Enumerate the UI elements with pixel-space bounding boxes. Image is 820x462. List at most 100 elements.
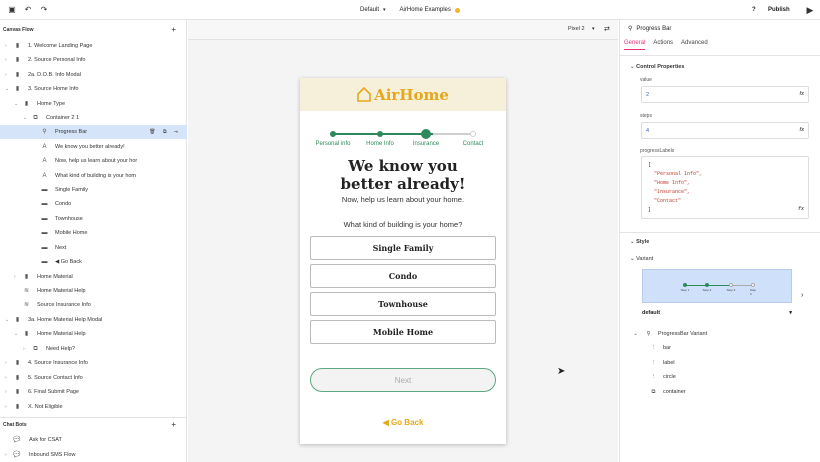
page-icon: ▮ [15,403,20,410]
tree-item[interactable]: ▬ Mobile Home [0,226,187,240]
tree-item[interactable]: A Now, help us learn about your hor [0,154,187,168]
progress-bar: Personal info Home Info Insurance Contac… [315,129,483,150]
container-icon: ⧉ [651,388,656,395]
button-icon: ▬ [41,200,48,207]
chevron-right-icon[interactable]: › [14,274,16,280]
tree-item[interactable]: › ▮ 1. Welcome Landing Page [0,39,187,53]
tree-item[interactable]: ▬ Next [0,241,187,255]
steps-input[interactable]: 4 fx [641,122,809,139]
tree-item[interactable]: ▬ Single Family [0,183,187,197]
tab-general[interactable]: General [624,40,646,50]
value-input[interactable]: 2 fx [641,86,809,103]
progress-labels-editor[interactable]: [ "Personal Info", "Home Info", "Insuran… [641,156,809,219]
publish-button[interactable]: Publish [768,5,790,15]
chevron-right-icon[interactable]: › [5,72,7,78]
variant-part-circle[interactable]: ⋮ circle [650,371,676,383]
page-icon: ▮ [24,330,29,337]
variant-part-bar[interactable]: ⋮ bar [650,342,671,354]
tree-item[interactable]: › ▮ 5. Source Contact Info [0,371,187,385]
chatbot-item[interactable]: 💬 Ask for CSAT [0,433,187,447]
variant-preview[interactable]: Step 1 Step 2 Step 3 Step 4 [642,269,792,303]
chevron-right-icon[interactable]: › [5,375,7,381]
project-name[interactable]: AirHome Examples [400,5,451,15]
tree-item[interactable]: ▬ Condo [0,197,187,211]
tree-item[interactable]: ▬ ◀ Go Back [0,255,187,269]
add-canvas-button[interactable]: + [171,26,176,34]
chevron-right-icon[interactable]: › [5,360,7,366]
fx-icon[interactable]: fx [798,205,804,214]
tree-item[interactable]: › ⧉ Need Help? [0,342,187,356]
option-condo-button[interactable]: Condo [310,264,496,288]
button-icon: ▬ [41,244,48,251]
option-townhouse-button[interactable]: Townhouse [310,292,496,316]
chevron-down-icon[interactable]: ⌄ [5,86,9,92]
chevron-right-icon[interactable]: › [5,57,7,63]
tree-item-label: Source Insurance Info [37,302,91,308]
tree-item[interactable]: ≋ Source Insurance Info [0,298,187,312]
chevron-down-icon[interactable]: ▾ [592,26,595,32]
style-heading[interactable]: ⌄ Style [630,239,649,245]
text-icon: A [42,172,47,179]
tab-advanced[interactable]: Advanced [681,40,708,50]
option-mobile-home-button[interactable]: Mobile Home [310,320,496,344]
tree-item-label: Container 2 1 [46,115,80,121]
chevron-right-icon[interactable]: › [5,452,7,458]
chevron-right-icon[interactable]: › [23,346,25,352]
fx-icon[interactable]: fx [800,91,804,97]
progress-step-label: Insurance [412,141,440,147]
tree-item[interactable]: A What kind of building is your hom [0,169,187,183]
chevron-right-icon[interactable]: › [5,43,7,49]
chevron-down-icon[interactable]: ⌄ [14,101,18,107]
environment-label[interactable]: Default [360,5,379,15]
variant-part-label[interactable]: ⋮ label [650,357,675,369]
go-back-link[interactable]: ◀ Go Back [300,418,506,427]
next-button[interactable]: Next [310,368,496,392]
tree-item[interactable]: › ▮ 4. Source Insurance Info [0,356,187,370]
tree-item[interactable]: ⌄ ⧉ Container 2 1 [0,111,187,125]
undo-icon[interactable]: ↶ [23,5,33,15]
help-button[interactable]: ? [752,5,756,15]
chevron-down-icon[interactable]: ⌄ [14,331,18,337]
tree-item[interactable]: A We know you better already! [0,140,187,154]
tree-item[interactable]: ⚲ Progress Bar 🗑 ⧉ ⇥ [0,125,187,139]
add-chatbot-button[interactable]: + [171,421,176,429]
tree-item-label: Single Family [55,187,89,193]
progress-track-empty [433,133,473,135]
variant-select[interactable]: default ▾ [642,310,792,316]
variant-step-label: Step 4 [749,288,757,296]
chevron-down-icon[interactable]: ⌄ [5,317,9,323]
tree-item[interactable]: ▬ Townhouse [0,212,187,226]
tree-item-label: 5. Source Contact Info [28,375,83,381]
tree-item[interactable]: ⌄ ▮ Home Material Help [0,327,187,341]
chevron-right-icon[interactable]: › [5,404,7,410]
tree-item[interactable]: › ▮ 6. Final Submit Page [0,385,187,399]
tree-item[interactable]: ≋ Home Material Help [0,284,187,298]
chevron-right-icon[interactable]: › [801,292,803,299]
tree-item[interactable]: ⌄ ▮ Home Type [0,97,187,111]
chatbot-item[interactable]: › 💬 Inbound SMS Flow [0,448,187,462]
control-properties-heading[interactable]: ⌄ Control Properties [630,64,684,70]
tree-item[interactable]: › ▮ X. Not Eligible [0,400,187,414]
variant-heading[interactable]: ⌄ Variant [630,256,653,262]
project-selector[interactable]: Default ▾ AirHome Examples [360,5,460,15]
back-arrow-icon: ◀ [382,418,391,427]
progressbar-variant-item[interactable]: ⌄ ⚲ ProgressBar Variant [632,328,707,340]
redo-icon[interactable]: ↷ [39,5,49,15]
device-selector[interactable]: Pixel 2 [568,26,585,32]
chevron-right-icon[interactable]: › [5,389,7,395]
chevron-down-icon[interactable]: ⌄ [23,115,27,121]
variant-part-container[interactable]: ⧉ container [650,386,686,398]
tab-actions[interactable]: Actions [653,40,673,50]
tree-item[interactable]: › ▮ 2a. D.O.B. Info Modal [0,68,187,82]
fx-icon[interactable]: fx [800,127,804,133]
row-actions[interactable]: 🗑 ⧉ ⇥ [149,129,181,135]
tree-item[interactable]: ⌄ ▮ 3. Source Home Info [0,82,187,96]
tree-item[interactable]: › ▮ Home Material [0,270,187,284]
play-icon[interactable]: ▶ [805,5,815,15]
progress-step-circle [377,131,383,137]
save-icon[interactable]: ▣ [7,5,17,15]
tree-item[interactable]: ⌄ ▮ 3a. Home Material Help Modal [0,313,187,327]
tree-item[interactable]: › ▮ 2. Source Personal Info [0,53,187,67]
rotate-icon[interactable]: ⇄ [604,25,610,33]
option-single-family-button[interactable]: Single Family [310,236,496,260]
